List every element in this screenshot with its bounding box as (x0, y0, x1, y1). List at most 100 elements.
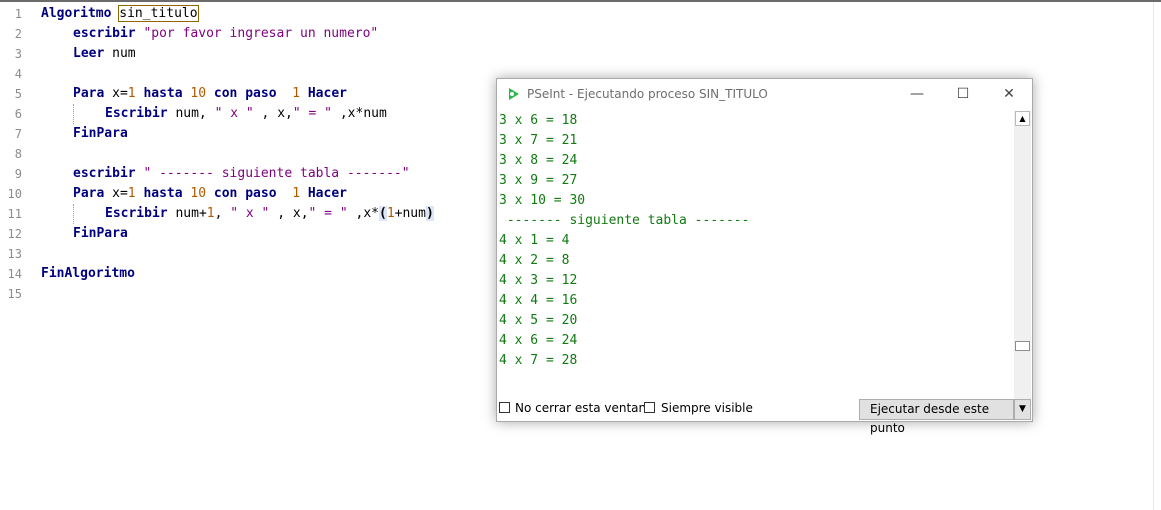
number-literal: 1 (292, 86, 301, 101)
code-line-10[interactable]: Para x=1 hasta 10 con paso 1 Hacer (73, 184, 347, 204)
identifier: x (112, 86, 120, 101)
no-cerrar-label[interactable]: No cerrar esta ventana (515, 401, 654, 415)
line-number: 1 (14, 7, 22, 21)
string-literal: " x " (214, 106, 254, 121)
keyword: Hacer (300, 86, 347, 101)
scroll-up-icon[interactable]: ▲ (1015, 111, 1030, 126)
line-number: 5 (14, 87, 22, 101)
identifier: num (402, 206, 426, 221)
keyword: escribir (73, 26, 144, 41)
line-number: 14 (7, 267, 22, 281)
number-literal: 1 (386, 206, 395, 221)
identifier: num (363, 106, 387, 121)
keyword: Para (73, 186, 113, 201)
code-line-9[interactable]: escribir " ------- siguiente tabla -----… (73, 164, 410, 184)
scrollbar-thumb[interactable] (1015, 341, 1030, 351)
line-number: 9 (14, 167, 22, 181)
identifier: , x, (269, 206, 309, 221)
string-literal: " = " (308, 206, 348, 221)
output-line: 4 x 2 = 8 (499, 253, 570, 268)
operator: = (119, 186, 128, 201)
output-line: ------- siguiente tabla ------- (499, 213, 750, 228)
code-line-3[interactable]: Leer num (73, 44, 136, 64)
line-number: 15 (7, 287, 22, 301)
minimize-button[interactable]: — (894, 79, 940, 109)
number-literal: 1 (127, 186, 136, 201)
number-literal: 10 (190, 86, 207, 101)
algorithm-name[interactable]: sin_titulo (118, 5, 199, 22)
console-output[interactable]: 3 x 6 = 18 3 x 7 = 21 3 x 8 = 24 3 x 9 =… (499, 111, 1015, 391)
close-button[interactable]: ✕ (986, 79, 1032, 109)
output-line: 3 x 10 = 30 (499, 193, 586, 208)
bracket-match: ( (378, 206, 387, 221)
operator: = (119, 86, 128, 101)
string-literal: " = " (292, 106, 333, 121)
line-number: 6 (14, 107, 22, 121)
pseint-app-icon (509, 88, 519, 100)
chevron-down-icon[interactable]: ▼ (1014, 399, 1031, 420)
keyword: con paso (206, 186, 285, 201)
keyword: Leer (73, 46, 113, 61)
line-number: 2 (14, 27, 22, 41)
line-number: 10 (7, 187, 22, 201)
vertical-scrollbar[interactable]: ▲ (1014, 111, 1031, 420)
identifier: num (175, 206, 199, 221)
code-line-5[interactable]: Para x=1 hasta 10 con paso 1 Hacer (73, 84, 347, 104)
indent-guide (73, 104, 74, 124)
identifier: ,x (332, 106, 356, 121)
editor-top-border (0, 0, 1161, 2)
line-number: 12 (7, 227, 22, 241)
line-number: 3 (14, 47, 22, 61)
operator: * (371, 206, 379, 221)
no-cerrar-checkbox[interactable] (499, 402, 510, 413)
output-line: 3 x 8 = 24 (499, 153, 578, 168)
keyword: hasta (135, 186, 191, 201)
code-line-1[interactable]: Algoritmo sin_titulo (41, 4, 199, 24)
keyword: FinPara (73, 126, 128, 141)
keyword: Escribir (105, 206, 176, 221)
window-title: PSeInt - Ejecutando proceso SIN_TITULO (527, 87, 768, 101)
keyword: Escribir (105, 106, 176, 121)
identifier: , (214, 206, 231, 221)
identifier: x (112, 186, 120, 201)
line-number: 7 (14, 127, 22, 141)
indent-guide (73, 204, 74, 224)
output-line: 4 x 7 = 28 (499, 353, 578, 368)
output-line: 4 x 1 = 4 (499, 233, 570, 248)
line-number: 11 (7, 207, 22, 221)
code-line-12[interactable]: FinPara (73, 224, 128, 244)
string-literal: " ------- siguiente tabla -------" (143, 166, 410, 181)
siempre-visible-label[interactable]: Siempre visible (661, 401, 753, 415)
run-window-titlebar[interactable]: PSeInt - Ejecutando proceso SIN_TITULO —… (497, 79, 1032, 109)
number-literal: 10 (190, 186, 207, 201)
siempre-visible-checkbox[interactable] (644, 402, 655, 413)
output-line: 4 x 5 = 20 (499, 313, 578, 328)
keyword: Para (73, 86, 113, 101)
keyword: FinAlgoritmo (41, 266, 135, 281)
code-line-6[interactable]: Escribir num, " x " , x," = " ,x*num (105, 104, 387, 124)
number-literal: 1 (127, 86, 136, 101)
identifier: num (112, 46, 136, 61)
code-line-14[interactable]: FinAlgoritmo (41, 264, 135, 284)
code-line-2[interactable]: escribir "por favor ingresar un numero" (73, 24, 378, 44)
output-line: 3 x 7 = 21 (499, 133, 578, 148)
line-number: 8 (14, 147, 22, 161)
line-number: 13 (7, 247, 22, 261)
code-line-7[interactable]: FinPara (73, 124, 128, 144)
identifier: , x, (253, 106, 293, 121)
maximize-button[interactable]: ☐ (940, 79, 986, 109)
run-window[interactable]: PSeInt - Ejecutando proceso SIN_TITULO —… (496, 78, 1033, 435)
string-literal: " x " (230, 206, 270, 221)
run-from-point-button[interactable]: Ejecutar desde este punto (859, 399, 1014, 435)
code-line-11[interactable]: Escribir num+1, " x " , x," = " ,x*(1+nu… (105, 204, 434, 224)
line-number: 4 (14, 67, 22, 81)
output-line: 4 x 4 = 16 (499, 293, 578, 308)
editor-right-border (1153, 2, 1154, 510)
keyword: Hacer (300, 186, 347, 201)
keyword: escribir (73, 166, 144, 181)
operator: + (198, 206, 207, 221)
number-literal: 1 (206, 206, 215, 221)
output-line: 4 x 6 = 24 (499, 333, 578, 348)
identifier: num, (175, 106, 215, 121)
output-line: 3 x 9 = 27 (499, 173, 578, 188)
